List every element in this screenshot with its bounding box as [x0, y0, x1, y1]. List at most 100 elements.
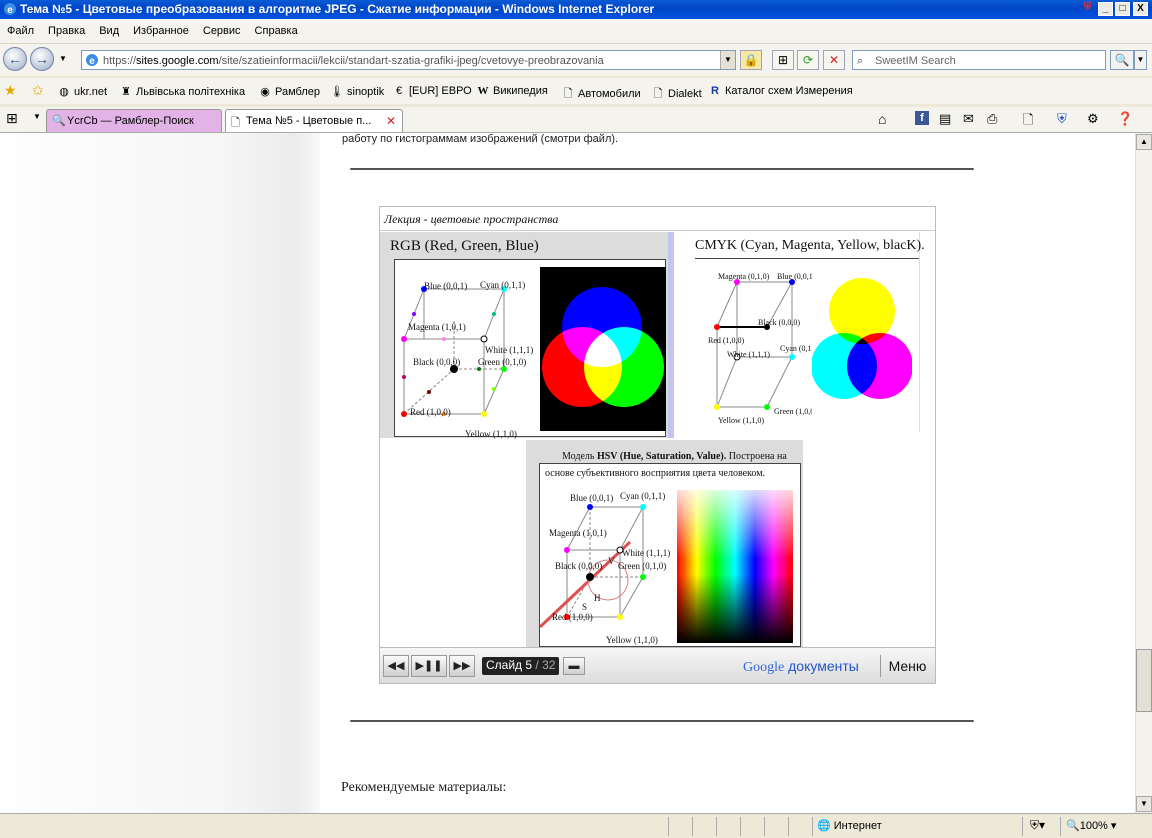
cmyk-label: White (1,1,1) [727, 350, 770, 359]
fav-ukrnet[interactable]: ◍ ukr.net [57, 85, 107, 98]
fav-dialekt[interactable]: 🗋 Dialekt [651, 85, 702, 104]
viewer-controls: ◀◀ ▶❚❚ ▶▶ Слайд 5 / 32 ▬ Google документ… [380, 647, 935, 683]
quick-tabs-icon[interactable]: ⊞ [6, 110, 18, 127]
rambler-icon: ◉ [260, 86, 270, 98]
tab-rambler[interactable]: 🔍 YcrCb — Рамблер-Поиск [46, 109, 222, 132]
menu-file[interactable]: Файл [0, 19, 41, 37]
vertical-scrollbar[interactable]: ▲ ▼ [1135, 133, 1152, 813]
back-button[interactable]: ← [3, 47, 27, 71]
address-dropdown-icon[interactable]: ▼ [720, 51, 735, 69]
globe-icon: 🌐 [817, 820, 831, 832]
divider-bottom [350, 720, 974, 722]
scroll-thumb[interactable] [1136, 649, 1152, 712]
menu-favorites[interactable]: Избранное [126, 19, 196, 37]
tab-list-icon[interactable]: ▼ [33, 112, 41, 121]
fav-rambler[interactable]: ◉ Рамблер [258, 85, 320, 98]
home-icon[interactable]: ⌂ [878, 111, 886, 127]
fav-wikipedia[interactable]: W Википедия [476, 85, 548, 97]
tab-bar: ⊞ ▼ 🔍 YcrCb — Рамблер-Поиск 🗋 Тема №5 - … [0, 107, 1152, 133]
rgb-label: Cyan (0,1,1) [480, 280, 526, 290]
menu-tools[interactable]: Сервис [196, 19, 248, 37]
lock-icon[interactable]: 🔒 [740, 50, 762, 70]
intro-text: работу по гистограммам изображений (смот… [342, 133, 619, 145]
svg-text:e: e [7, 5, 13, 16]
cmyk-label: Yellow (1,1,0) [718, 416, 765, 425]
rgb-title: RGB (Red, Green, Blue) [390, 238, 539, 254]
hsv-label: S [582, 602, 588, 612]
slides-viewer: Лекция - цветовые пространства RGB (Red,… [379, 206, 936, 684]
compatibility-icon[interactable]: ⊞ [772, 50, 794, 70]
menu-view[interactable]: Вид [92, 19, 126, 37]
scroll-down-icon[interactable]: ▼ [1136, 796, 1152, 812]
address-prefix: https:// [103, 55, 137, 67]
search-placeholder: SweetIM Search [875, 55, 956, 67]
history-dropdown-icon[interactable]: ▼ [59, 54, 67, 63]
search-dropdown-icon[interactable]: ▼ [1134, 50, 1147, 70]
rgb-label: White (1,1,1) [485, 345, 534, 355]
status-divider [716, 817, 717, 836]
tab-label: YcrCb — Рамблер-Поиск [67, 115, 194, 127]
help-icon[interactable]: ❓ [1117, 111, 1133, 127]
cmyk-label: Magenta (0,1,0) [718, 272, 770, 281]
menu-edit[interactable]: Правка [41, 19, 92, 37]
fav-auto[interactable]: 🗋 Автомобили [561, 85, 641, 104]
status-divider [668, 817, 669, 836]
docs-label: документы [788, 658, 859, 674]
tab-close-icon[interactable]: ✕ [386, 114, 396, 128]
cmyk-label: Green (1,0,0) [774, 407, 817, 416]
thermometer-icon: 🌡 [330, 86, 344, 98]
page-content: работу по гистограммам изображений (смот… [0, 133, 1135, 813]
tab-current[interactable]: 🗋 Тема №5 - Цветовые п... ✕ [225, 109, 403, 132]
search-input[interactable]: ⌕ SweetIM Search [852, 50, 1106, 70]
play-pause-icon[interactable]: ▶❚❚ [411, 655, 447, 677]
status-divider [788, 817, 789, 836]
hsv-subtitle: основе субъективного восприятия цвета че… [545, 468, 766, 479]
status-divider [812, 817, 813, 836]
hsv-label: Cyan (0,1,1) [620, 491, 666, 501]
previous-slide-icon[interactable]: ◀◀ [383, 655, 409, 677]
safety-icon[interactable]: ⛨ [1057, 111, 1067, 127]
stop-icon[interactable]: ✕ [823, 50, 845, 70]
zoom-level[interactable]: 🔍100% ▾ [1066, 819, 1116, 832]
viewer-menu-button[interactable]: Меню [880, 655, 934, 677]
status-divider [764, 817, 765, 836]
hsv-label: Black (0,0,0) [555, 561, 603, 571]
scroll-up-icon[interactable]: ▲ [1136, 134, 1152, 150]
feeds-icon[interactable]: ▤ [939, 111, 951, 127]
divider-top [350, 168, 974, 170]
address-field[interactable]: e https://sites.google.com/site/szatiein… [81, 50, 736, 70]
close-button[interactable]: X [1133, 2, 1148, 16]
menu-help[interactable]: Справка [248, 19, 305, 37]
fav-catalog[interactable]: R Каталог схем Измерения [708, 85, 853, 97]
mail-icon[interactable]: ✉ [963, 111, 974, 127]
tools-gear-icon[interactable]: ⚙ [1087, 111, 1099, 127]
next-slide-icon[interactable]: ▶▶ [449, 655, 475, 677]
status-divider [1060, 817, 1061, 836]
security-zone[interactable]: 🌐 Интернет [817, 819, 882, 832]
fav-euro[interactable]: € [EUR] ЕВРО [392, 85, 472, 97]
zoom-icon: 🔍 [1066, 820, 1080, 832]
maximize-button[interactable]: □ [1115, 2, 1130, 16]
hsv-label: Red (1,0,0) [552, 612, 593, 622]
fullscreen-icon[interactable]: ▬ [563, 657, 585, 675]
address-host: sites.google.com [136, 55, 219, 67]
cmyk-label: Red (1,0,0) [708, 336, 745, 345]
slide-image: RGB (Red, Green, Blue) Blue (0,0,1) Cyan… [380, 232, 935, 647]
facebook-icon[interactable]: f [915, 111, 929, 125]
minimize-button[interactable]: _ [1098, 2, 1113, 16]
favorites-star-icon[interactable]: ★ [4, 82, 17, 99]
search-icon[interactable]: 🔍 [1110, 50, 1134, 70]
print-icon[interactable]: ⎙ [987, 111, 997, 127]
fav-lpnu[interactable]: ♜ Львівська політехніка [119, 85, 245, 98]
forward-button[interactable]: → [30, 47, 54, 71]
fav-sinoptik[interactable]: 🌡 sinoptik [330, 85, 384, 98]
window-title-bar: e Тема №5 - Цветовые преобразования в ал… [0, 0, 1152, 19]
google-docs-link[interactable]: Google документы [743, 658, 859, 676]
ukrnet-icon: ◍ [59, 86, 69, 98]
add-favorites-icon[interactable]: ✩ [32, 82, 44, 99]
rgb-label: Green (0,1,0) [478, 357, 527, 367]
refresh-icon[interactable]: ⟳ [797, 50, 819, 70]
protected-mode-icon[interactable]: ⛨▾ [1030, 818, 1045, 833]
lpnu-icon: ♜ [121, 86, 131, 98]
page-menu-icon[interactable]: 🗋 [1023, 111, 1033, 133]
